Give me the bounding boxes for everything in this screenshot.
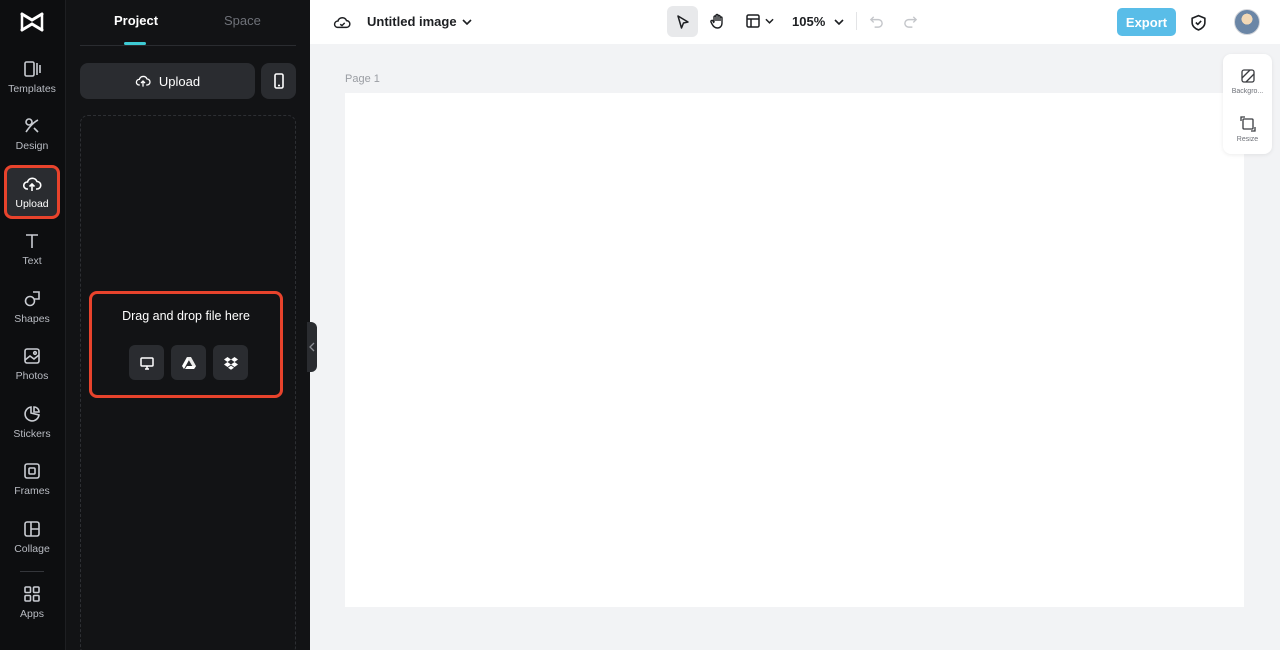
page-label: Page 1: [345, 73, 380, 85]
rail-item-stickers[interactable]: Stickers: [4, 395, 60, 449]
phone-icon: [273, 73, 284, 89]
rail-item-label: Apps: [20, 608, 44, 620]
top-toolbar: Untitled image 105% Export: [310, 0, 1280, 44]
layout-icon: [745, 14, 760, 28]
hand-tool-button[interactable]: [706, 10, 728, 32]
design-icon: [25, 118, 39, 133]
background-tool-label: Backgro...: [1231, 87, 1264, 95]
redo-button[interactable]: [900, 11, 920, 31]
undo-button[interactable]: [866, 11, 886, 31]
rail-item-label: Text: [22, 255, 42, 267]
photos-icon: [24, 348, 40, 364]
background-tool-button[interactable]: Backgro...: [1223, 58, 1272, 104]
rail-item-photos[interactable]: Photos: [4, 337, 60, 391]
layout-menu-button[interactable]: [742, 10, 776, 32]
rail-item-label: Collage: [14, 543, 50, 555]
upload-button[interactable]: Upload: [80, 63, 255, 99]
rail-item-label: Shapes: [14, 313, 50, 325]
panel-collapse-handle[interactable]: [307, 322, 317, 372]
collage-icon: [24, 521, 40, 537]
cloud-save-status-button[interactable]: [332, 12, 352, 32]
rail-item-collage[interactable]: Collage: [4, 510, 60, 564]
upload-panel: Project Space Upload Drag and drop file …: [66, 0, 310, 650]
frames-icon: [24, 463, 40, 479]
capcut-logo-icon[interactable]: [19, 10, 45, 34]
select-tool-button[interactable]: [667, 6, 698, 37]
upload-from-computer-button[interactable]: [129, 345, 164, 380]
cloud-icon: [333, 17, 351, 29]
right-tool-panel: Backgro... Resize: [1223, 54, 1272, 154]
design-canvas[interactable]: [345, 93, 1244, 607]
zoom-dropdown-button[interactable]: [832, 14, 846, 30]
resize-tool-label: Resize: [1236, 135, 1259, 143]
rail-item-templates[interactable]: Templates: [4, 50, 60, 104]
security-button[interactable]: [1187, 11, 1209, 33]
mobile-upload-button[interactable]: [261, 63, 296, 99]
left-rail: Templates Design Upload Text Shapes Phot…: [0, 0, 66, 650]
chevron-down-icon: [462, 19, 472, 25]
chevron-left-icon: [309, 342, 315, 352]
rail-item-label: Stickers: [13, 428, 51, 440]
rail-item-upload[interactable]: Upload: [4, 165, 60, 219]
google-drive-icon: [181, 356, 196, 369]
upload-button-label: Upload: [158, 73, 201, 89]
rail-item-label: Upload: [15, 198, 49, 210]
title-dropdown-button[interactable]: [460, 14, 474, 30]
export-button[interactable]: Export: [1117, 8, 1176, 36]
hand-icon: [709, 13, 723, 29]
undo-icon: [869, 15, 883, 28]
drag-drop-text: Drag and drop file here: [122, 309, 250, 323]
redo-icon: [903, 15, 917, 28]
rail-item-shapes[interactable]: Shapes: [4, 280, 60, 334]
active-tab-indicator: [124, 42, 146, 45]
dropbox-icon: [223, 356, 238, 370]
stickers-icon: [24, 406, 40, 422]
toolbar-divider: [856, 12, 857, 30]
cursor-pointer-icon: [676, 14, 689, 29]
tab-space[interactable]: Space: [224, 13, 261, 28]
rail-item-apps[interactable]: Apps: [4, 575, 60, 629]
document-title[interactable]: Untitled image: [367, 14, 457, 29]
rail-item-text[interactable]: Text: [4, 222, 60, 276]
user-avatar[interactable]: [1234, 9, 1260, 35]
drag-drop-area[interactable]: Drag and drop file here: [89, 291, 283, 398]
shield-check-icon: [1190, 14, 1206, 31]
upload-from-google-drive-button[interactable]: [171, 345, 206, 380]
shapes-icon: [24, 291, 40, 307]
rail-item-label: Photos: [15, 370, 49, 382]
rail-item-label: Design: [15, 140, 49, 152]
panel-tabs: Project Space: [80, 0, 296, 46]
chevron-down-icon: [834, 19, 844, 25]
chevron-down-icon: [764, 18, 774, 24]
zoom-level[interactable]: 105%: [792, 14, 825, 29]
rail-item-frames[interactable]: Frames: [4, 452, 60, 506]
upload-from-dropbox-button[interactable]: [213, 345, 248, 380]
rail-item-label: Frames: [14, 485, 50, 497]
rail-item-label: Templates: [8, 83, 56, 95]
resize-tool-button[interactable]: Resize: [1223, 106, 1272, 152]
rail-divider: [20, 571, 44, 572]
templates-icon: [24, 61, 41, 77]
tab-project[interactable]: Project: [114, 13, 158, 28]
text-icon: [26, 234, 38, 248]
resize-icon: [1239, 115, 1256, 132]
upload-cloud-icon: [22, 177, 42, 191]
apps-icon: [24, 586, 40, 602]
rail-item-design[interactable]: Design: [4, 107, 60, 161]
background-icon: [1240, 68, 1255, 83]
upload-cloud-icon: [135, 75, 151, 87]
computer-icon: [139, 356, 154, 370]
